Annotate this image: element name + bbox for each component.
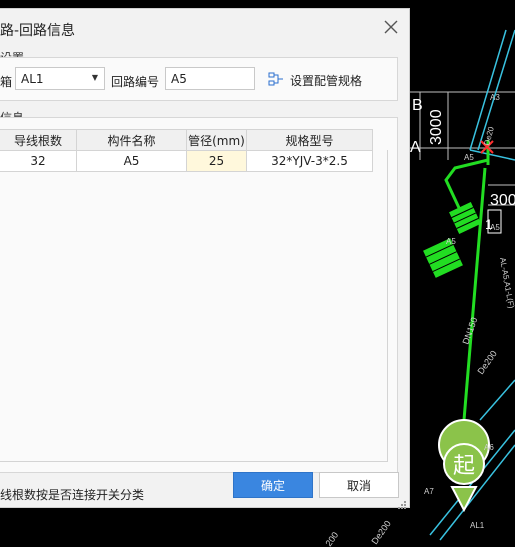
cad-label: 3000 bbox=[428, 109, 445, 145]
column-header[interactable]: 规格型号 bbox=[246, 129, 373, 151]
column-header[interactable]: 导线根数 bbox=[0, 129, 77, 151]
cad-label: B bbox=[412, 97, 423, 114]
circuit-table: 导线根数 构件名称 管径(mm) 规格型号 32 A5 25 32*YJV-3*… bbox=[0, 129, 373, 172]
chevron-down-icon: ▼ bbox=[91, 73, 98, 82]
box-select-value: AL1 bbox=[21, 72, 44, 86]
classification-note: 线根数按是否连接开关分类 bbox=[0, 488, 145, 502]
circuit-info-dialog: 路-回路信息 设置 箱 AL1 ▼ 回路编号 A5 设置配管规格 信息 导线根数… bbox=[0, 8, 410, 509]
cad-label: A5 bbox=[464, 153, 474, 162]
resize-grip-icon[interactable] bbox=[398, 501, 406, 509]
cad-label: A bbox=[410, 139, 421, 156]
cad-label: A5 bbox=[490, 223, 500, 232]
table-row[interactable]: 32 A5 25 32*YJV-3*2.5 bbox=[0, 150, 373, 172]
table-border bbox=[0, 461, 388, 462]
cancel-button[interactable]: 取消 bbox=[319, 472, 399, 498]
column-header[interactable]: 构件名称 bbox=[76, 129, 187, 151]
table-header-row: 导线根数 构件名称 管径(mm) 规格型号 bbox=[0, 129, 373, 151]
start-marker-label: 起 bbox=[453, 454, 475, 479]
box-label: 箱 bbox=[0, 75, 13, 89]
circuit-number-input[interactable]: A5 bbox=[165, 67, 255, 90]
column-header[interactable]: 管径(mm) bbox=[186, 129, 247, 151]
cad-label: A5 bbox=[446, 237, 456, 246]
cad-label: AL1 bbox=[470, 521, 485, 530]
cad-label: A7 bbox=[424, 487, 434, 496]
cad-label: 300 bbox=[490, 192, 515, 209]
table-cell[interactable]: A5 bbox=[76, 150, 187, 172]
table-cell[interactable]: 25 bbox=[186, 150, 247, 172]
box-select[interactable]: AL1 ▼ bbox=[15, 67, 105, 90]
pipe-spec-button-label: 设置配管规格 bbox=[290, 74, 363, 88]
cad-label: A6 bbox=[484, 443, 494, 452]
table-border bbox=[387, 150, 388, 462]
ok-button[interactable]: 确定 bbox=[233, 472, 313, 498]
circuit-label: 回路编号 bbox=[111, 75, 160, 89]
dialog-title: 路-回路信息 bbox=[0, 23, 76, 39]
close-icon[interactable] bbox=[383, 19, 399, 35]
table-cell[interactable]: 32 bbox=[0, 150, 77, 172]
pipe-spec-icon bbox=[268, 72, 283, 86]
table-cell[interactable]: 32*YJV-3*2.5 bbox=[246, 150, 373, 172]
cad-label: A3 bbox=[490, 93, 500, 102]
